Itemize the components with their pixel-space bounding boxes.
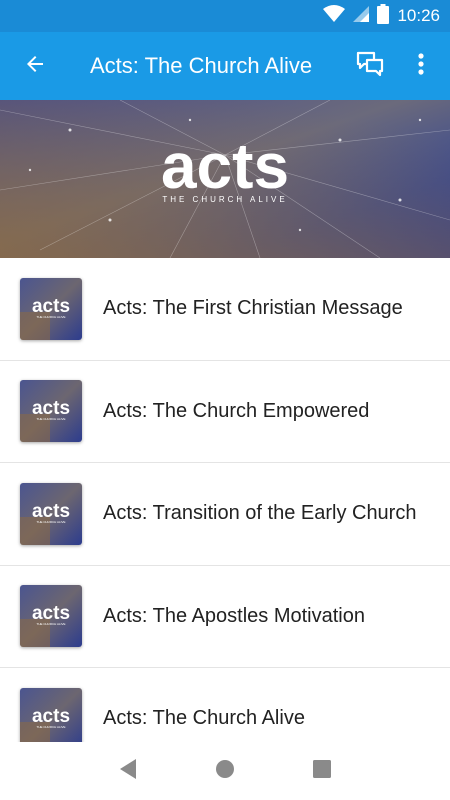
thumbnail-tagline: THE CHURCH ALIVE	[36, 417, 65, 421]
message-thumbnail: acts THE CHURCH ALIVE	[20, 380, 82, 443]
more-vert-icon	[418, 52, 424, 80]
thumbnail-logo: acts	[32, 501, 70, 522]
back-triangle-icon	[118, 758, 138, 785]
screen: 10:26 Acts: The Church Alive acts THE CH…	[0, 0, 450, 800]
nav-back-button[interactable]	[108, 751, 148, 791]
list-item-title: Acts: Transition of the Early Church	[103, 502, 417, 525]
series-banner: acts THE CHURCH ALIVE	[0, 100, 450, 258]
status-bar: 10:26	[0, 0, 450, 32]
signal-icon	[353, 5, 370, 28]
thumbnail-tagline: THE CHURCH ALIVE	[36, 725, 65, 729]
banner-logo: acts	[161, 130, 289, 202]
arrow-back-icon	[23, 52, 47, 81]
battery-icon	[377, 3, 390, 29]
message-list: acts THE CHURCH ALIVE Acts: The First Chri…	[0, 258, 450, 742]
nav-home-button[interactable]	[205, 751, 245, 791]
list-item[interactable]: acts THE CHURCH ALIVE Acts: The First Chri…	[0, 258, 450, 361]
thumbnail-logo: acts	[32, 296, 70, 317]
message-thumbnail: acts THE CHURCH ALIVE	[20, 585, 82, 648]
chat-icon	[356, 51, 384, 82]
list-item[interactable]: acts THE CHURCH ALIVE Acts: The Church Emp…	[0, 361, 450, 463]
status-icons: 10:26	[323, 0, 440, 32]
list-item[interactable]: acts THE CHURCH ALIVE Acts: The Church Ali…	[0, 668, 450, 742]
list-item-title: Acts: The First Christian Message	[103, 297, 403, 320]
thumbnail-logo: acts	[32, 603, 70, 624]
list-item-title: Acts: The Apostles Motivation	[103, 604, 365, 627]
thumbnail-tagline: THE CHURCH ALIVE	[36, 520, 65, 524]
list-item[interactable]: acts THE CHURCH ALIVE Acts: The Apostles M…	[0, 566, 450, 668]
chat-button[interactable]	[348, 32, 392, 100]
thumbnail-tagline: THE CHURCH ALIVE	[36, 315, 65, 319]
wifi-icon	[323, 4, 346, 28]
thumbnail-tagline: THE CHURCH ALIVE	[36, 622, 65, 626]
status-time: 10:26	[397, 6, 440, 25]
thumbnail-logo: acts	[32, 706, 70, 727]
banner-tagline: THE CHURCH ALIVE	[162, 195, 287, 204]
back-button[interactable]	[0, 32, 70, 100]
thumbnail-logo: acts	[32, 398, 70, 419]
message-thumbnail: acts THE CHURCH ALIVE	[20, 687, 82, 742]
system-nav-bar	[0, 742, 450, 800]
overflow-menu-button[interactable]	[392, 32, 450, 100]
message-thumbnail: acts THE CHURCH ALIVE	[20, 277, 82, 340]
list-item-title: Acts: The Church Alive	[103, 707, 305, 730]
page-title: Acts: The Church Alive	[90, 53, 313, 78]
app-bar: Acts: The Church Alive	[0, 32, 450, 100]
message-thumbnail: acts THE CHURCH ALIVE	[20, 482, 82, 545]
home-circle-icon	[215, 759, 235, 784]
list-item-title: Acts: The Church Empowered	[103, 399, 370, 422]
list-item[interactable]: acts THE CHURCH ALIVE Acts: Transition of …	[0, 463, 450, 566]
nav-recents-button[interactable]	[302, 751, 342, 791]
recents-square-icon	[312, 759, 332, 784]
